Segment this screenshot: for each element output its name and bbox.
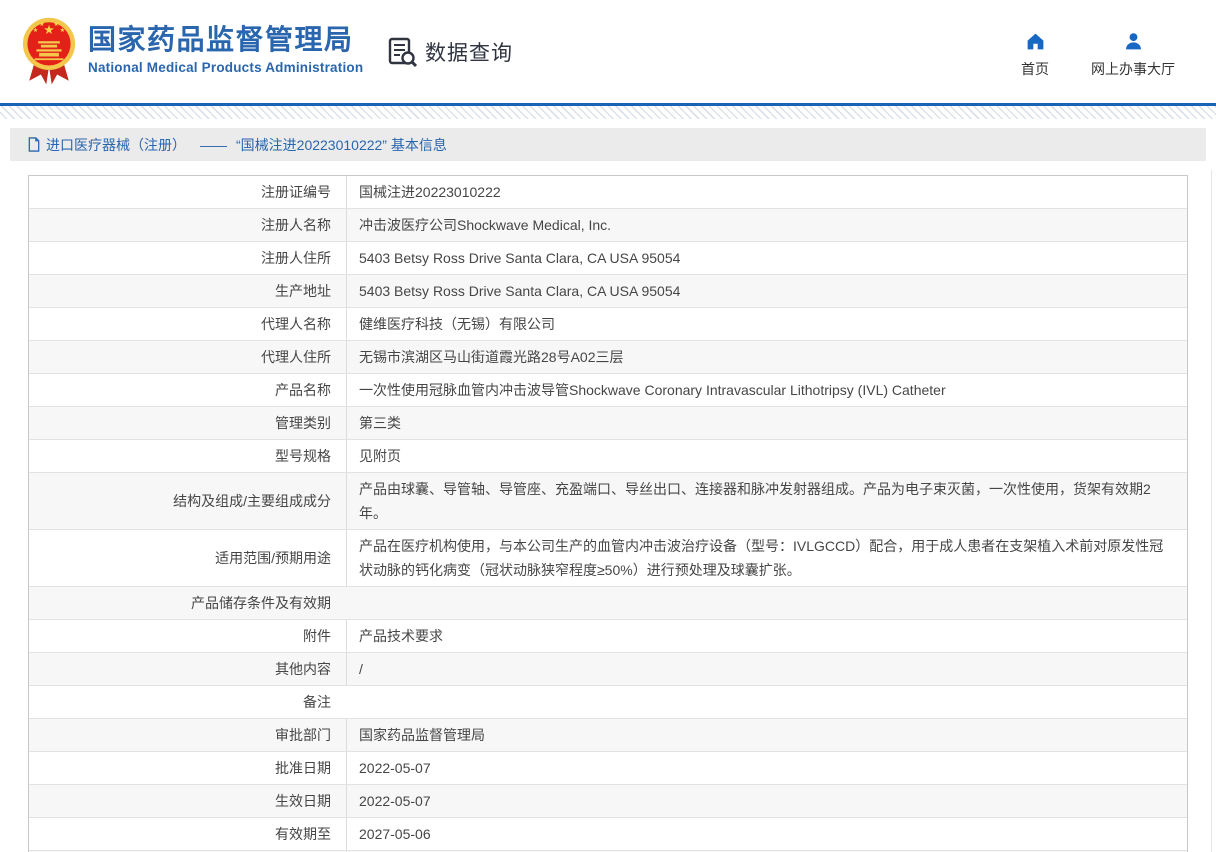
table-row: 备注: [29, 686, 1187, 719]
row-label: 管理类别: [29, 407, 346, 439]
row-value: 健维医疗科技（无锡）有限公司: [346, 308, 1187, 340]
home-icon: [1025, 31, 1046, 52]
row-label: 批准日期: [29, 752, 346, 784]
table-row: 适用范围/预期用途 产品在医疗机构使用，与本公司生产的血管内冲击波治疗设备（型号…: [29, 530, 1187, 587]
row-value: 2022-05-07: [346, 785, 1187, 817]
table-row: 其他内容 /: [29, 653, 1187, 686]
row-label: 注册人住所: [29, 242, 346, 274]
row-label: 产品名称: [29, 374, 346, 406]
svg-text:★: ★: [60, 27, 66, 34]
row-value: [346, 587, 1187, 619]
nav-home-label: 首页: [1021, 59, 1049, 79]
table-row: 代理人名称 健维医疗科技（无锡）有限公司: [29, 308, 1187, 341]
row-value: 产品在医疗机构使用，与本公司生产的血管内冲击波治疗设备（型号：IVLGCCD）配…: [346, 530, 1187, 586]
row-label: 代理人名称: [29, 308, 346, 340]
data-query-section-title: 数据查询: [386, 36, 513, 68]
row-label: 生产地址: [29, 275, 346, 307]
row-label: 代理人住所: [29, 341, 346, 373]
breadcrumb-category-link[interactable]: 进口医疗器械（注册）: [46, 135, 186, 155]
row-value: 国家药品监督管理局: [346, 719, 1187, 751]
svg-text:★: ★: [39, 21, 45, 28]
svg-text:★: ★: [53, 21, 59, 28]
row-label: 适用范围/预期用途: [29, 530, 346, 586]
row-value: 5403 Betsy Ross Drive Santa Clara, CA US…: [346, 275, 1187, 307]
row-label: 产品储存条件及有效期: [29, 587, 346, 619]
breadcrumb-current: “国械注进20223010222” 基本信息: [236, 135, 447, 155]
row-value: 2022-05-07: [346, 752, 1187, 784]
row-value: 2027-05-06: [346, 818, 1187, 850]
row-value: /: [346, 653, 1187, 685]
row-label: 审批部门: [29, 719, 346, 751]
table-row: 产品储存条件及有效期: [29, 587, 1187, 620]
breadcrumb: 进口医疗器械（注册） —— “国械注进20223010222” 基本信息: [10, 128, 1206, 161]
row-label: 备注: [29, 686, 346, 718]
table-row: 结构及组成/主要组成成分 产品由球囊、导管轴、导管座、充盈端口、导丝出口、连接器…: [29, 473, 1187, 530]
agency-name-en: National Medical Products Administration: [88, 60, 363, 75]
user-icon: [1123, 31, 1144, 52]
row-label: 生效日期: [29, 785, 346, 817]
table-row: 代理人住所 无锡市滨湖区马山街道霞光路28号A02三层: [29, 341, 1187, 374]
row-value: 一次性使用冠脉血管内冲击波导管Shockwave Coronary Intrav…: [346, 374, 1187, 406]
svg-text:★: ★: [33, 27, 39, 34]
breadcrumb-separator: ——: [200, 137, 226, 153]
row-label: 有效期至: [29, 818, 346, 850]
agency-name-cn: 国家药品监督管理局: [88, 23, 363, 57]
nav-item-service-hall[interactable]: 网上办事大厅: [1091, 31, 1175, 79]
main-content: 进口医疗器械（注册） —— “国械注进20223010222” 基本信息 注册证…: [10, 128, 1206, 852]
row-value: 产品技术要求: [346, 620, 1187, 652]
page-header: ★ ★ ★ ★ ★ 国家药品监督管理局 National Medical Pro…: [0, 0, 1216, 103]
row-value: 冲击波医疗公司Shockwave Medical, Inc.: [346, 209, 1187, 241]
nav-item-home[interactable]: 首页: [1021, 31, 1049, 79]
table-row: 批准日期 2022-05-07: [29, 752, 1187, 785]
table-row: 附件 产品技术要求: [29, 620, 1187, 653]
decorative-stripe-band: [0, 106, 1216, 119]
nav-service-hall-label: 网上办事大厅: [1091, 59, 1175, 79]
table-row: 型号规格 见附页: [29, 440, 1187, 473]
agency-title-block: 国家药品监督管理局 National Medical Products Admi…: [88, 23, 363, 75]
page-right-edge-line: [1211, 170, 1212, 852]
table-row: 产品名称 一次性使用冠脉血管内冲击波导管Shockwave Coronary I…: [29, 374, 1187, 407]
row-value: [346, 686, 1187, 718]
row-label: 型号规格: [29, 440, 346, 472]
row-value: 无锡市滨湖区马山街道霞光路28号A02三层: [346, 341, 1187, 373]
national-emblem-logo: ★ ★ ★ ★ ★: [22, 13, 76, 91]
row-label: 注册证编号: [29, 176, 346, 208]
top-navigation: 首页 网上办事大厅: [1021, 31, 1175, 79]
row-label: 其他内容: [29, 653, 346, 685]
table-row: 注册人住所 5403 Betsy Ross Drive Santa Clara,…: [29, 242, 1187, 275]
table-row: 注册证编号 国械注进20223010222: [29, 176, 1187, 209]
row-label: 附件: [29, 620, 346, 652]
registration-info-table: 注册证编号 国械注进20223010222 注册人名称 冲击波医疗公司Shock…: [28, 175, 1188, 852]
row-value: 产品由球囊、导管轴、导管座、充盈端口、导丝出口、连接器和脉冲发射器组成。产品为电…: [346, 473, 1187, 529]
row-value: 见附页: [346, 440, 1187, 472]
table-row: 审批部门 国家药品监督管理局: [29, 719, 1187, 752]
table-row: 管理类别 第三类: [29, 407, 1187, 440]
row-value: 第三类: [346, 407, 1187, 439]
table-row: 有效期至 2027-05-06: [29, 818, 1187, 851]
table-row: 生效日期 2022-05-07: [29, 785, 1187, 818]
data-query-label: 数据查询: [425, 37, 513, 67]
row-value: 5403 Betsy Ross Drive Santa Clara, CA US…: [346, 242, 1187, 274]
table-row: 生产地址 5403 Betsy Ross Drive Santa Clara, …: [29, 275, 1187, 308]
row-label: 结构及组成/主要组成成分: [29, 473, 346, 529]
row-value: 国械注进20223010222: [346, 176, 1187, 208]
row-label: 注册人名称: [29, 209, 346, 241]
document-icon: [27, 137, 41, 152]
data-query-icon: [386, 36, 418, 68]
table-row: 注册人名称 冲击波医疗公司Shockwave Medical, Inc.: [29, 209, 1187, 242]
